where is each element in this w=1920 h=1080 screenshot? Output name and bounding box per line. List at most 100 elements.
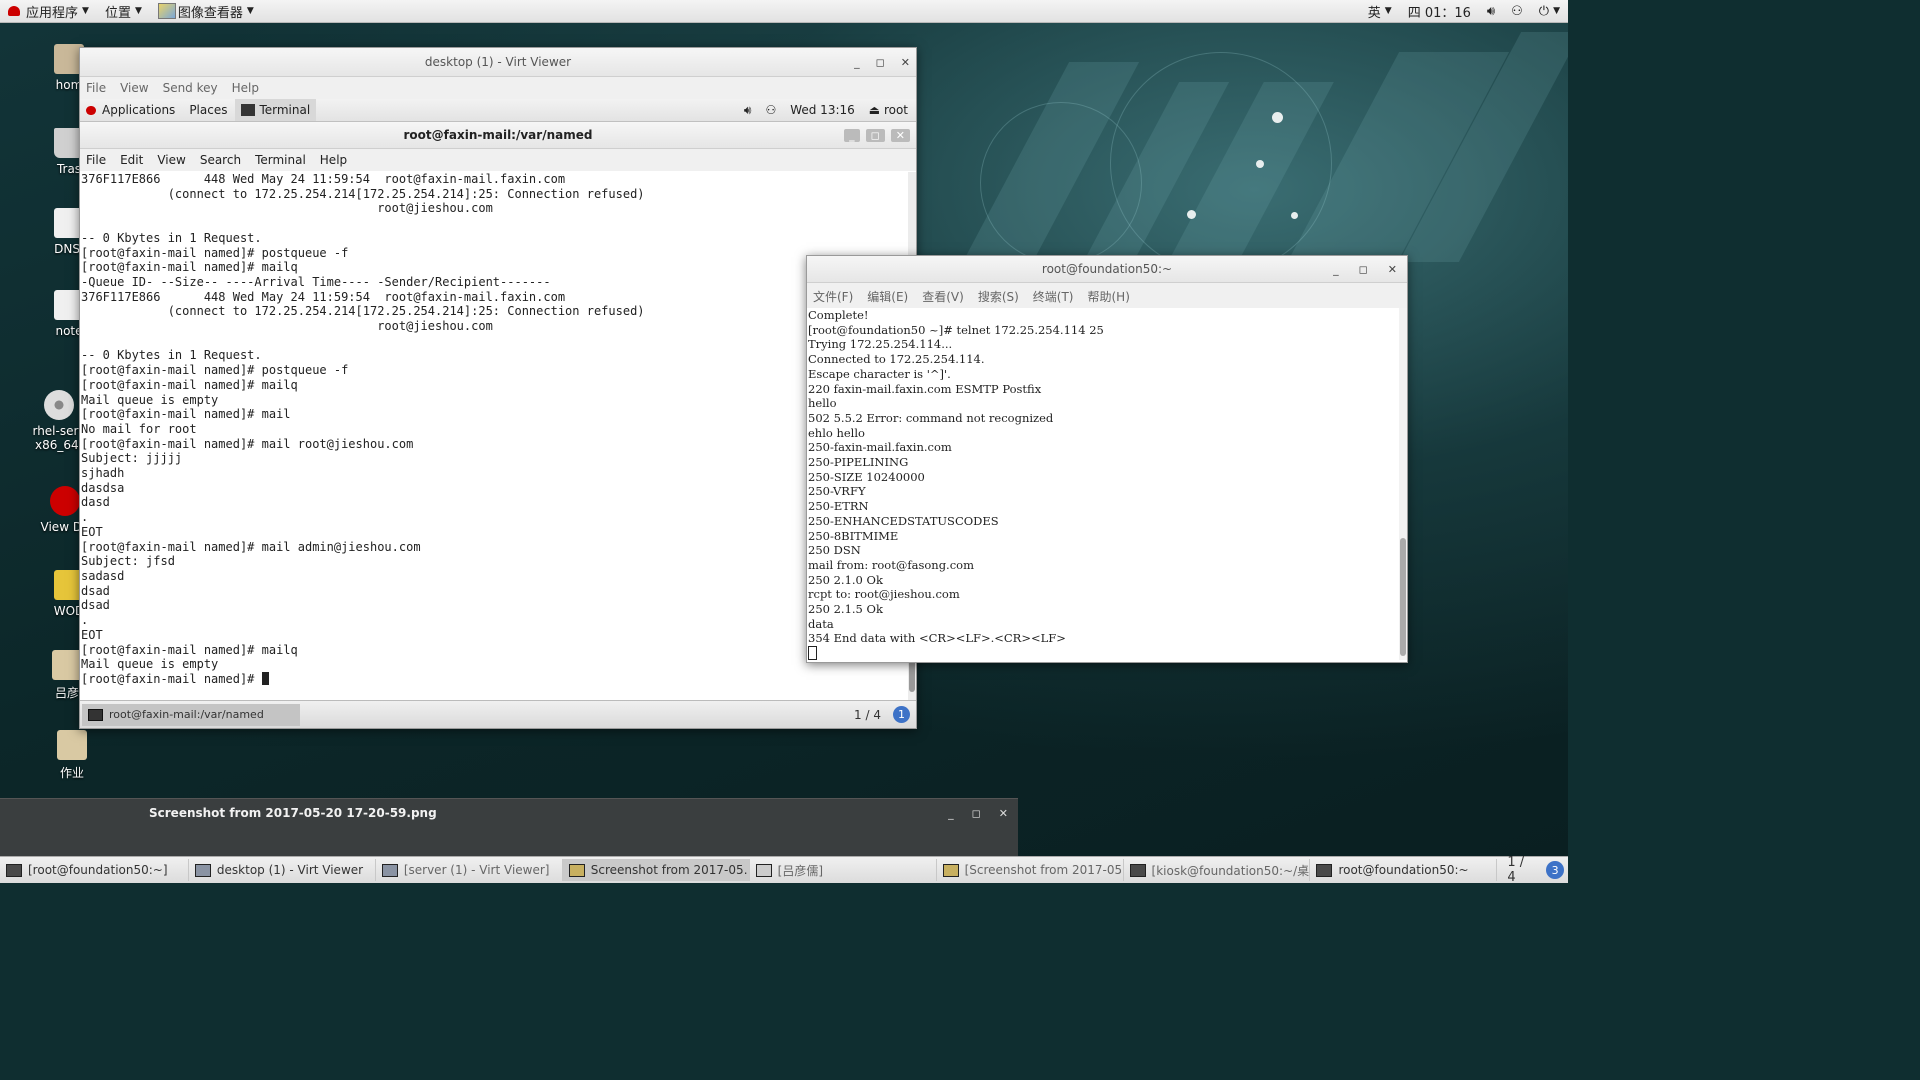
close-button[interactable]: ✕ bbox=[901, 56, 910, 69]
guest-terminal-titlebar[interactable]: root@faxin-mail:/var/named _ ◻ ✕ bbox=[80, 122, 916, 149]
maximize-button[interactable]: ◻ bbox=[972, 807, 981, 820]
terminal-line: Subject: jfsd bbox=[81, 554, 175, 569]
places-menu[interactable]: 位置 ▼ bbox=[97, 0, 150, 22]
terminal-line: 354 End data with <CR><LF>.<CR><LF> bbox=[808, 631, 1066, 646]
menu-view[interactable]: 查看(V) bbox=[922, 288, 964, 305]
folder-icon bbox=[57, 730, 87, 760]
terminal-line: dsad bbox=[81, 583, 110, 598]
volume-icon[interactable]: 🔊︎ bbox=[1479, 0, 1503, 22]
taskbar-item-label: root@foundation50:~ bbox=[1338, 863, 1469, 877]
taskbar-item[interactable]: [吕彦儒] bbox=[750, 859, 937, 881]
taskbar-item[interactable]: [server (1) - Virt Viewer] bbox=[376, 859, 563, 881]
terminal-line: [root@faxin-mail named]# postqueue -f bbox=[81, 245, 349, 260]
terminal-prompt-line[interactable]: [root@faxin-mail named]# bbox=[80, 671, 906, 687]
menu-help[interactable]: Help bbox=[320, 153, 347, 167]
terminal-line: 250-VRFY bbox=[808, 484, 866, 499]
virt-viewer-titlebar[interactable]: desktop (1) - Virt Viewer _ ◻ ✕ bbox=[80, 48, 916, 77]
guest-bottom-panel: root@faxin-mail:/var/named 1 / 4 1 bbox=[80, 700, 916, 728]
taskbar-item[interactable]: Screenshot from 2017-05… bbox=[562, 859, 750, 881]
guest-places-menu[interactable]: Places bbox=[181, 103, 235, 117]
guest-user-menu[interactable]: ⏏ root bbox=[869, 103, 908, 117]
menu-search[interactable]: Search bbox=[200, 153, 241, 167]
chevron-down-icon: ▼ bbox=[134, 6, 142, 16]
menu-view[interactable]: View bbox=[157, 153, 185, 167]
terminal-line: mail from: root@fasong.com bbox=[808, 557, 974, 572]
terminal-line: 250-SIZE 10240000 bbox=[808, 469, 925, 484]
menu-edit[interactable]: Edit bbox=[120, 153, 143, 167]
taskbar-item[interactable]: [Screenshot from 2017-05… bbox=[937, 859, 1124, 881]
power-icon[interactable]: ⏻ ▼ bbox=[1531, 0, 1568, 22]
menu-edit[interactable]: 编辑(E) bbox=[867, 288, 908, 305]
image-viewer-menu[interactable]: 图像查看器 ▼ bbox=[150, 0, 262, 22]
terminal-line: 502 5.5.2 Error: command not recognized bbox=[808, 410, 1054, 425]
terminal-line: 250 2.1.5 Ok bbox=[808, 602, 883, 617]
applications-menu[interactable]: 应用程序 ▼ bbox=[0, 0, 97, 22]
input-method-label: 英 bbox=[1367, 5, 1381, 21]
scrollbar-thumb[interactable] bbox=[1400, 538, 1406, 656]
image-viewer-titlebar[interactable]: Screenshot from 2017-05-20 17-20-59.png … bbox=[0, 799, 1018, 827]
minimize-button[interactable]: _ bbox=[844, 128, 860, 142]
terminal-line: rcpt to: root@jieshou.com bbox=[808, 587, 960, 602]
minimize-button[interactable]: _ bbox=[1333, 263, 1339, 276]
terminal-line: Connected to 172.25.254.114. bbox=[808, 352, 985, 367]
terminal-line: . bbox=[81, 613, 89, 628]
terminal-prompt: [root@faxin-mail named]# bbox=[81, 671, 262, 686]
menu-file[interactable]: 文件(F) bbox=[813, 288, 853, 305]
terminal-line: Mail queue is empty bbox=[81, 657, 219, 672]
guest-clock[interactable]: Wed 13:16 bbox=[790, 103, 855, 117]
chevron-down-icon: ▼ bbox=[1384, 6, 1392, 16]
guest-terminal-window: root@faxin-mail:/var/named _ ◻ ✕ File Ed… bbox=[80, 122, 916, 700]
folder-icon bbox=[52, 650, 82, 680]
foundation-terminal-scrollbar[interactable] bbox=[1399, 308, 1407, 660]
redhat-icon bbox=[50, 486, 80, 516]
terminal-prompt-line[interactable] bbox=[807, 646, 1399, 662]
guest-terminal-launcher[interactable]: Terminal bbox=[235, 99, 317, 121]
clock[interactable]: 四 01：16 bbox=[1400, 0, 1479, 22]
foundation-terminal-titlebar[interactable]: root@foundation50:~ _ ◻ ✕ bbox=[807, 256, 1407, 283]
guest-taskbar-item[interactable]: root@faxin-mail:/var/named bbox=[82, 703, 300, 726]
menu-send-key[interactable]: Send key bbox=[163, 81, 218, 95]
terminal-line: Escape character is '^]'. bbox=[808, 366, 951, 381]
network-icon[interactable]: ⚇ bbox=[1503, 0, 1531, 22]
close-button[interactable]: ✕ bbox=[1388, 263, 1397, 276]
close-button[interactable]: ✕ bbox=[890, 128, 910, 142]
guest-top-panel: Applications Places Terminal 🔊︎ ⚇ Wed 13… bbox=[80, 99, 916, 122]
input-method-indicator[interactable]: 英 ▼ bbox=[1360, 0, 1400, 22]
taskbar-item[interactable]: root@foundation50:~ bbox=[1310, 859, 1498, 881]
workspace-indicator[interactable]: 1 / 4 bbox=[1497, 855, 1546, 885]
taskbar-item[interactable]: [root@foundation50:~] bbox=[0, 859, 189, 881]
maximize-button[interactable]: ◻ bbox=[1359, 263, 1368, 276]
menu-file[interactable]: File bbox=[86, 81, 106, 95]
maximize-button[interactable]: ◻ bbox=[865, 128, 885, 142]
desktop-icon-folder-homework[interactable]: 作业 bbox=[37, 730, 107, 781]
taskbar-item[interactable]: desktop (1) - Virt Viewer bbox=[189, 859, 376, 881]
applications-label: 应用程序 bbox=[26, 5, 79, 21]
terminal-line: No mail for root bbox=[81, 421, 197, 436]
guest-applications-menu[interactable]: Applications bbox=[80, 103, 181, 117]
network-icon[interactable]: ⚇ bbox=[765, 103, 776, 117]
menu-file[interactable]: File bbox=[86, 153, 106, 167]
notification-badge[interactable]: 3 bbox=[1546, 861, 1564, 879]
guest-workspace-indicator[interactable]: 1 / 4 bbox=[854, 708, 881, 722]
minimize-button[interactable]: _ bbox=[948, 807, 954, 820]
menu-terminal[interactable]: 终端(T) bbox=[1033, 288, 1074, 305]
menu-terminal[interactable]: Terminal bbox=[255, 153, 306, 167]
close-button[interactable]: ✕ bbox=[999, 807, 1008, 820]
menu-help[interactable]: Help bbox=[232, 81, 259, 95]
terminal-line: Mail queue is empty bbox=[81, 392, 219, 407]
maximize-button[interactable]: ◻ bbox=[876, 56, 885, 69]
guest-terminal-output[interactable]: 376F117E866 448 Wed May 24 11:59:54 root… bbox=[80, 172, 906, 700]
text-cursor bbox=[808, 646, 817, 661]
menu-view[interactable]: View bbox=[120, 81, 148, 95]
terminal-line: (connect to 172.25.254.214[172.25.254.21… bbox=[167, 186, 645, 201]
taskbar-item[interactable]: [kiosk@foundation50:~/桌面] bbox=[1124, 859, 1311, 881]
menu-help[interactable]: 帮助(H) bbox=[1088, 288, 1130, 305]
terminal-line: . bbox=[81, 510, 89, 525]
virt-viewer-icon bbox=[381, 863, 398, 877]
notification-badge[interactable]: 1 bbox=[893, 706, 910, 723]
taskbar-item-label: [吕彦儒] bbox=[777, 863, 824, 878]
volume-icon[interactable]: 🔊︎ bbox=[744, 103, 752, 118]
minimize-button[interactable]: _ bbox=[854, 56, 860, 69]
foundation-terminal-output[interactable]: Complete! [root@foundation50 ~]# telnet … bbox=[807, 308, 1399, 662]
menu-search[interactable]: 搜索(S) bbox=[978, 288, 1019, 305]
